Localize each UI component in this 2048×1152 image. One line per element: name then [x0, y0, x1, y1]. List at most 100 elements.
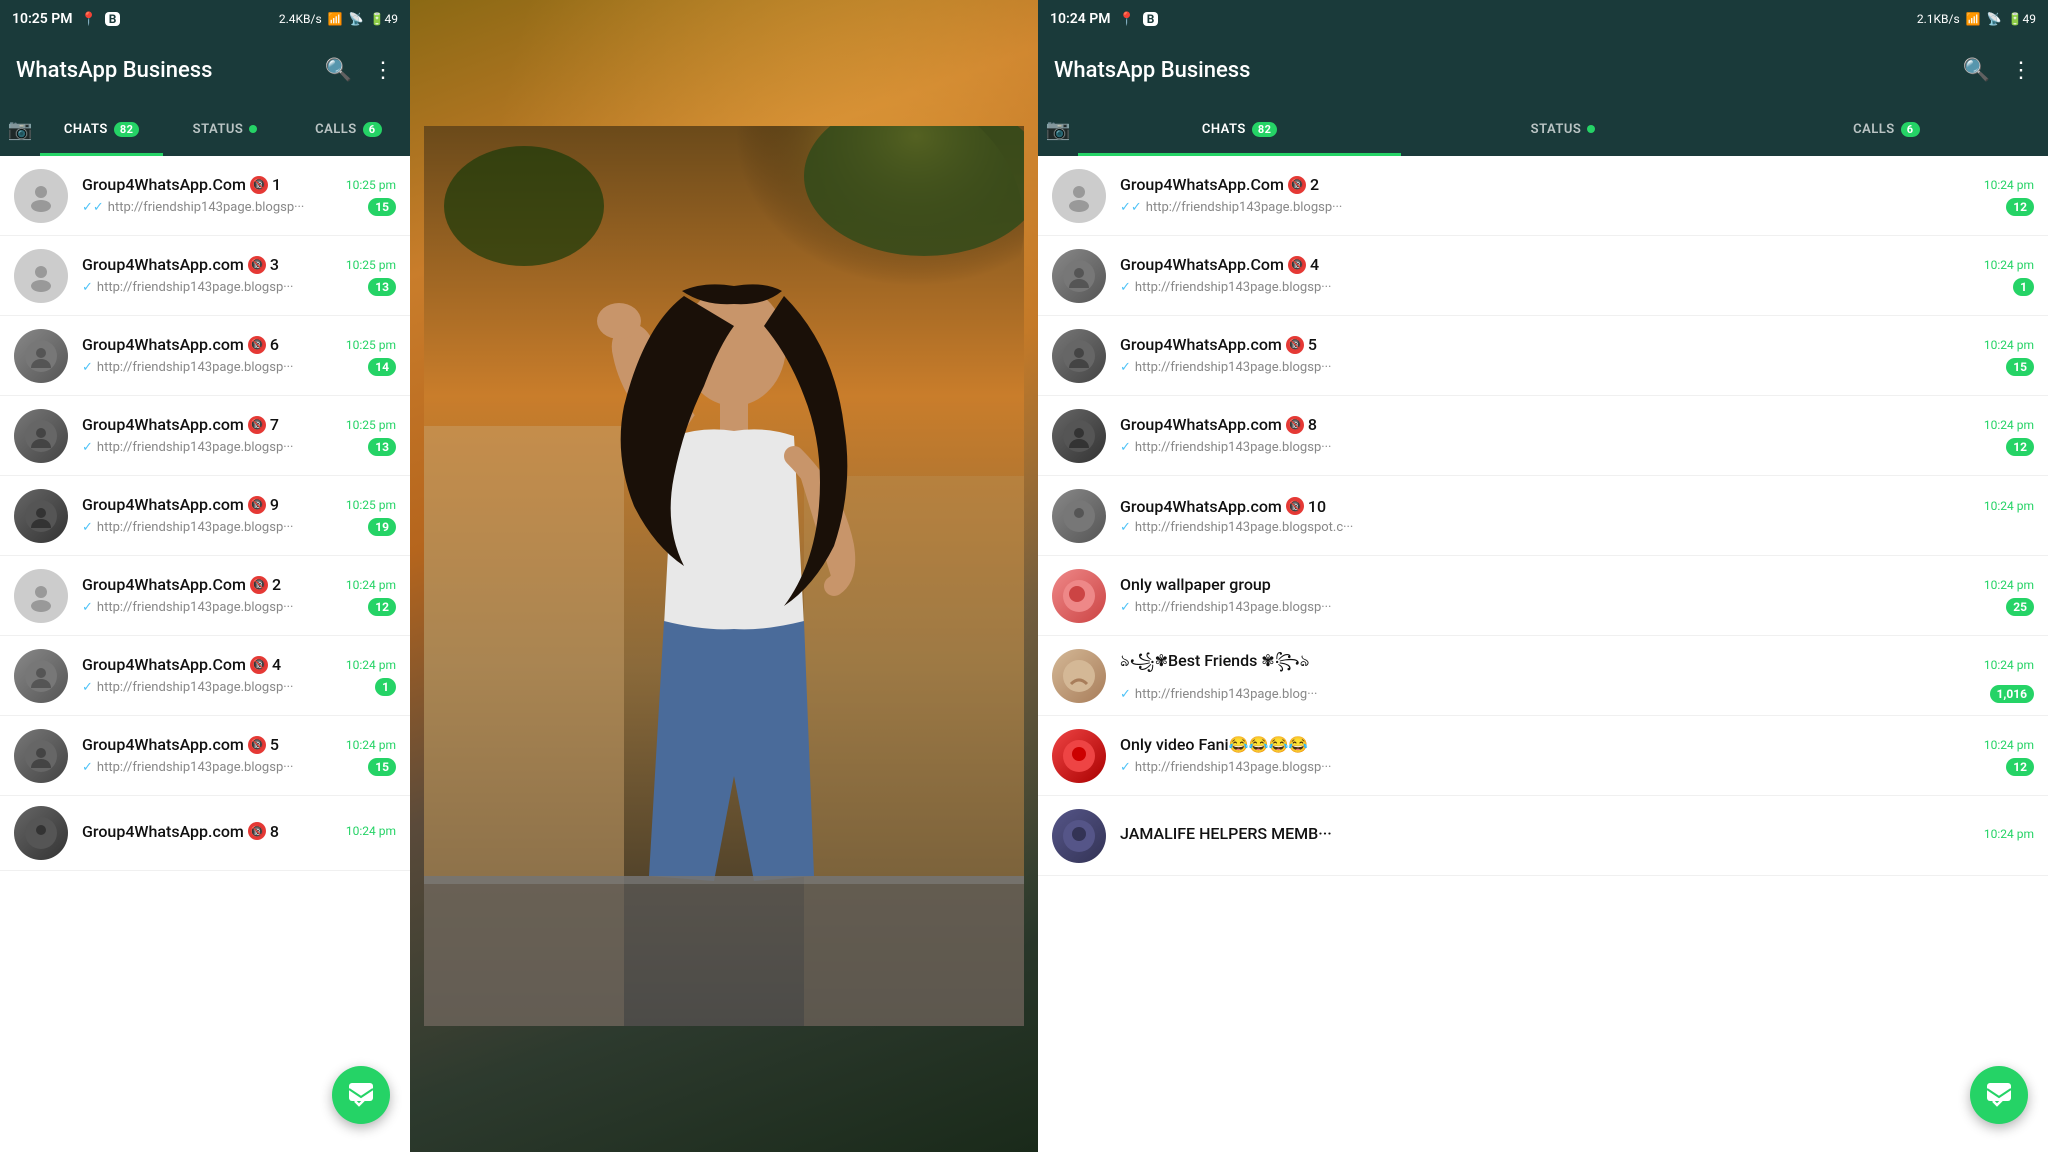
left-status-label: STATUS — [193, 122, 244, 137]
right-chat-item-1[interactable]: Group4WhatsApp.Com🔞2 10:24 pm ✓✓ http://… — [1038, 156, 2048, 236]
right-calls-badge: 6 — [1901, 122, 1920, 137]
right-chat-item-5[interactable]: Group4WhatsApp.com🔞10 10:24 pm ✓ http://… — [1038, 476, 2048, 556]
left-chat-item-9[interactable]: Group4WhatsApp.com🔞8 10:24 pm — [0, 796, 410, 871]
right-camera-tab[interactable]: 📷 — [1038, 102, 1078, 156]
right-chat-time-8: 10:24 pm — [1984, 738, 2034, 752]
right-calls-label: CALLS — [1853, 122, 1895, 137]
left-chat-item-8[interactable]: Group4WhatsApp.com🔞5 10:24 pm ✓ http://f… — [0, 716, 410, 796]
right-chat-preview-7: ✓ http://friendship143page.blog··· — [1120, 687, 1982, 702]
right-battery: 🔋49 — [2008, 12, 2036, 26]
left-check-2: ✓ — [82, 280, 93, 295]
right-tab-chats[interactable]: CHATS 82 — [1078, 102, 1401, 156]
left-chat-time-6: 10:24 pm — [346, 578, 396, 592]
left-chat-name-9: Group4WhatsApp.com🔞8 — [82, 822, 279, 841]
left-search-icon[interactable]: 🔍 — [325, 58, 352, 83]
left-chat-item-1[interactable]: Group4WhatsApp.Com🔞1 10:25 pm ✓✓ http://… — [0, 156, 410, 236]
left-check-6: ✓ — [82, 600, 93, 615]
left-tab-bar: 📷 CHATS 82 STATUS CALLS 6 — [0, 102, 410, 156]
left-chat-content-9: Group4WhatsApp.com🔞8 10:24 pm — [82, 822, 396, 845]
left-calls-badge: 6 — [363, 122, 382, 137]
right-chat-content-8: Only video Fani😂😂😂😂 10:24 pm ✓ http://fr… — [1120, 735, 2034, 776]
right-chat-item-2[interactable]: Group4WhatsApp.Com🔞4 10:24 pm ✓ http://f… — [1038, 236, 2048, 316]
right-chat-item-7[interactable]: ঌ꧁✾Best Friends ✾꧂ঌ 10:24 pm ✓ http://fr… — [1038, 636, 2048, 716]
right-chat-item-9[interactable]: JAMALIFE HELPERS MEMB··· 10:24 pm — [1038, 796, 2048, 876]
right-chat-name-9: JAMALIFE HELPERS MEMB··· — [1120, 824, 1332, 843]
left-restricted-8: 🔞 — [248, 736, 266, 754]
left-tab-calls[interactable]: CALLS 6 — [287, 102, 410, 156]
right-check-7: ✓ — [1120, 687, 1131, 702]
left-status-dot — [249, 125, 257, 133]
right-tab-status[interactable]: STATUS — [1401, 102, 1724, 156]
right-chat-name-3: Group4WhatsApp.com🔞5 — [1120, 335, 1317, 354]
left-restricted-4: 🔞 — [248, 416, 266, 434]
left-chat-name-1: Group4WhatsApp.Com🔞1 — [82, 175, 281, 194]
left-avatar-7 — [14, 649, 68, 703]
left-chats-label: CHATS — [64, 122, 108, 137]
left-tab-chats[interactable]: CHATS 82 — [40, 102, 163, 156]
left-unread-8: 15 — [368, 758, 396, 776]
right-menu-icon[interactable]: ⋮ — [2010, 58, 2032, 83]
right-avatar-1 — [1052, 169, 1106, 223]
right-chat-preview-5: ✓ http://friendship143page.blogspot.c··· — [1120, 520, 2034, 535]
right-chat-item-8[interactable]: Only video Fani😂😂😂😂 10:24 pm ✓ http://fr… — [1038, 716, 2048, 796]
right-search-icon[interactable]: 🔍 — [1963, 58, 1990, 83]
right-check-3: ✓ — [1120, 360, 1131, 375]
left-chat-item-5[interactable]: Group4WhatsApp.com🔞9 10:25 pm ✓ http://f… — [0, 476, 410, 556]
right-chat-item-4[interactable]: Group4WhatsApp.com🔞8 10:24 pm ✓ http://f… — [1038, 396, 2048, 476]
right-unread-3: 15 — [2006, 358, 2034, 376]
right-chat-item-3[interactable]: Group4WhatsApp.com🔞5 10:24 pm ✓ http://f… — [1038, 316, 2048, 396]
right-chat-name-6: Only wallpaper group — [1120, 575, 1271, 594]
right-restricted-4: 🔞 — [1286, 416, 1304, 434]
left-chat-item-4[interactable]: Group4WhatsApp.com🔞7 10:25 pm ✓ http://f… — [0, 396, 410, 476]
left-camera-tab[interactable]: 📷 — [0, 102, 40, 156]
left-status-pin-icon: 📍 — [81, 12, 97, 27]
left-tab-status[interactable]: STATUS — [163, 102, 286, 156]
right-chat-name-7: ঌ꧁✾Best Friends ✾꧂ঌ — [1120, 648, 1309, 681]
right-chat-content-4: Group4WhatsApp.com🔞8 10:24 pm ✓ http://f… — [1120, 415, 2034, 456]
left-chat-preview-1: ✓✓ http://friendship143page.blogsp··· — [82, 200, 360, 215]
left-chat-item-2[interactable]: Group4WhatsApp.com🔞3 10:25 pm ✓ http://f… — [0, 236, 410, 316]
left-chat-name-4: Group4WhatsApp.com🔞7 — [82, 415, 279, 434]
left-chat-item-3[interactable]: Group4WhatsApp.com🔞6 10:25 pm ✓ http://f… — [0, 316, 410, 396]
left-chat-time-4: 10:25 pm — [346, 418, 396, 432]
right-restricted-5: 🔞 — [1286, 497, 1304, 515]
right-status-time: 10:24 PM 📍 B — [1050, 11, 1158, 27]
right-chat-preview-2: ✓ http://friendship143page.blogsp··· — [1120, 280, 2005, 295]
left-fab[interactable] — [332, 1066, 390, 1124]
left-check-4: ✓ — [82, 440, 93, 455]
right-fab[interactable] — [1970, 1066, 2028, 1124]
right-avatar-4 — [1052, 409, 1106, 463]
right-restricted-3: 🔞 — [1286, 336, 1304, 354]
left-chat-content-2: Group4WhatsApp.com🔞3 10:25 pm ✓ http://f… — [82, 255, 396, 296]
right-chat-time-4: 10:24 pm — [1984, 418, 2034, 432]
left-chat-item-7[interactable]: Group4WhatsApp.Com🔞4 10:24 pm ✓ http://f… — [0, 636, 410, 716]
left-menu-icon[interactable]: ⋮ — [372, 58, 394, 83]
left-chat-time-5: 10:25 pm — [346, 498, 396, 512]
right-check-5: ✓ — [1120, 520, 1131, 535]
left-chat-name-3: Group4WhatsApp.com🔞6 — [82, 335, 279, 354]
right-chat-name-1: Group4WhatsApp.Com🔞2 — [1120, 175, 1319, 194]
left-check-3: ✓ — [82, 360, 93, 375]
right-chat-preview-8: ✓ http://friendship143page.blogsp··· — [1120, 760, 1998, 775]
left-battery: 🔋49 — [370, 12, 398, 26]
left-chat-preview-4: ✓ http://friendship143page.blogsp··· — [82, 440, 360, 455]
right-chat-time-2: 10:24 pm — [1984, 258, 2034, 272]
right-chat-name-4: Group4WhatsApp.com🔞8 — [1120, 415, 1317, 434]
right-tab-calls[interactable]: CALLS 6 — [1725, 102, 2048, 156]
right-wifi-icon: 📡 — [1987, 12, 2002, 26]
left-chat-item-6[interactable]: Group4WhatsApp.Com🔞2 10:24 pm ✓ http://f… — [0, 556, 410, 636]
left-status-right: 2.4KB/s 📶 📡 🔋49 — [279, 12, 398, 26]
left-chat-name-6: Group4WhatsApp.Com🔞2 — [82, 575, 281, 594]
left-avatar-9 — [14, 806, 68, 860]
right-chat-item-6[interactable]: Only wallpaper group 10:24 pm ✓ http://f… — [1038, 556, 2048, 636]
left-restricted-1: 🔞 — [250, 176, 268, 194]
right-status-right: 2.1KB/s 📶 📡 🔋49 — [1917, 12, 2036, 26]
left-app-header: WhatsApp Business 🔍 ⋮ — [0, 38, 410, 102]
right-chat-preview-3: ✓ http://friendship143page.blogsp··· — [1120, 360, 1998, 375]
left-avatar-5 — [14, 489, 68, 543]
left-status-bar: 10:25 PM 📍 B 2.4KB/s 📶 📡 🔋49 — [0, 0, 410, 38]
right-check-1: ✓✓ — [1120, 200, 1142, 215]
right-avatar-5 — [1052, 489, 1106, 543]
left-chat-content-1: Group4WhatsApp.Com🔞1 10:25 pm ✓✓ http://… — [82, 175, 396, 216]
right-unread-1: 12 — [2006, 198, 2034, 216]
